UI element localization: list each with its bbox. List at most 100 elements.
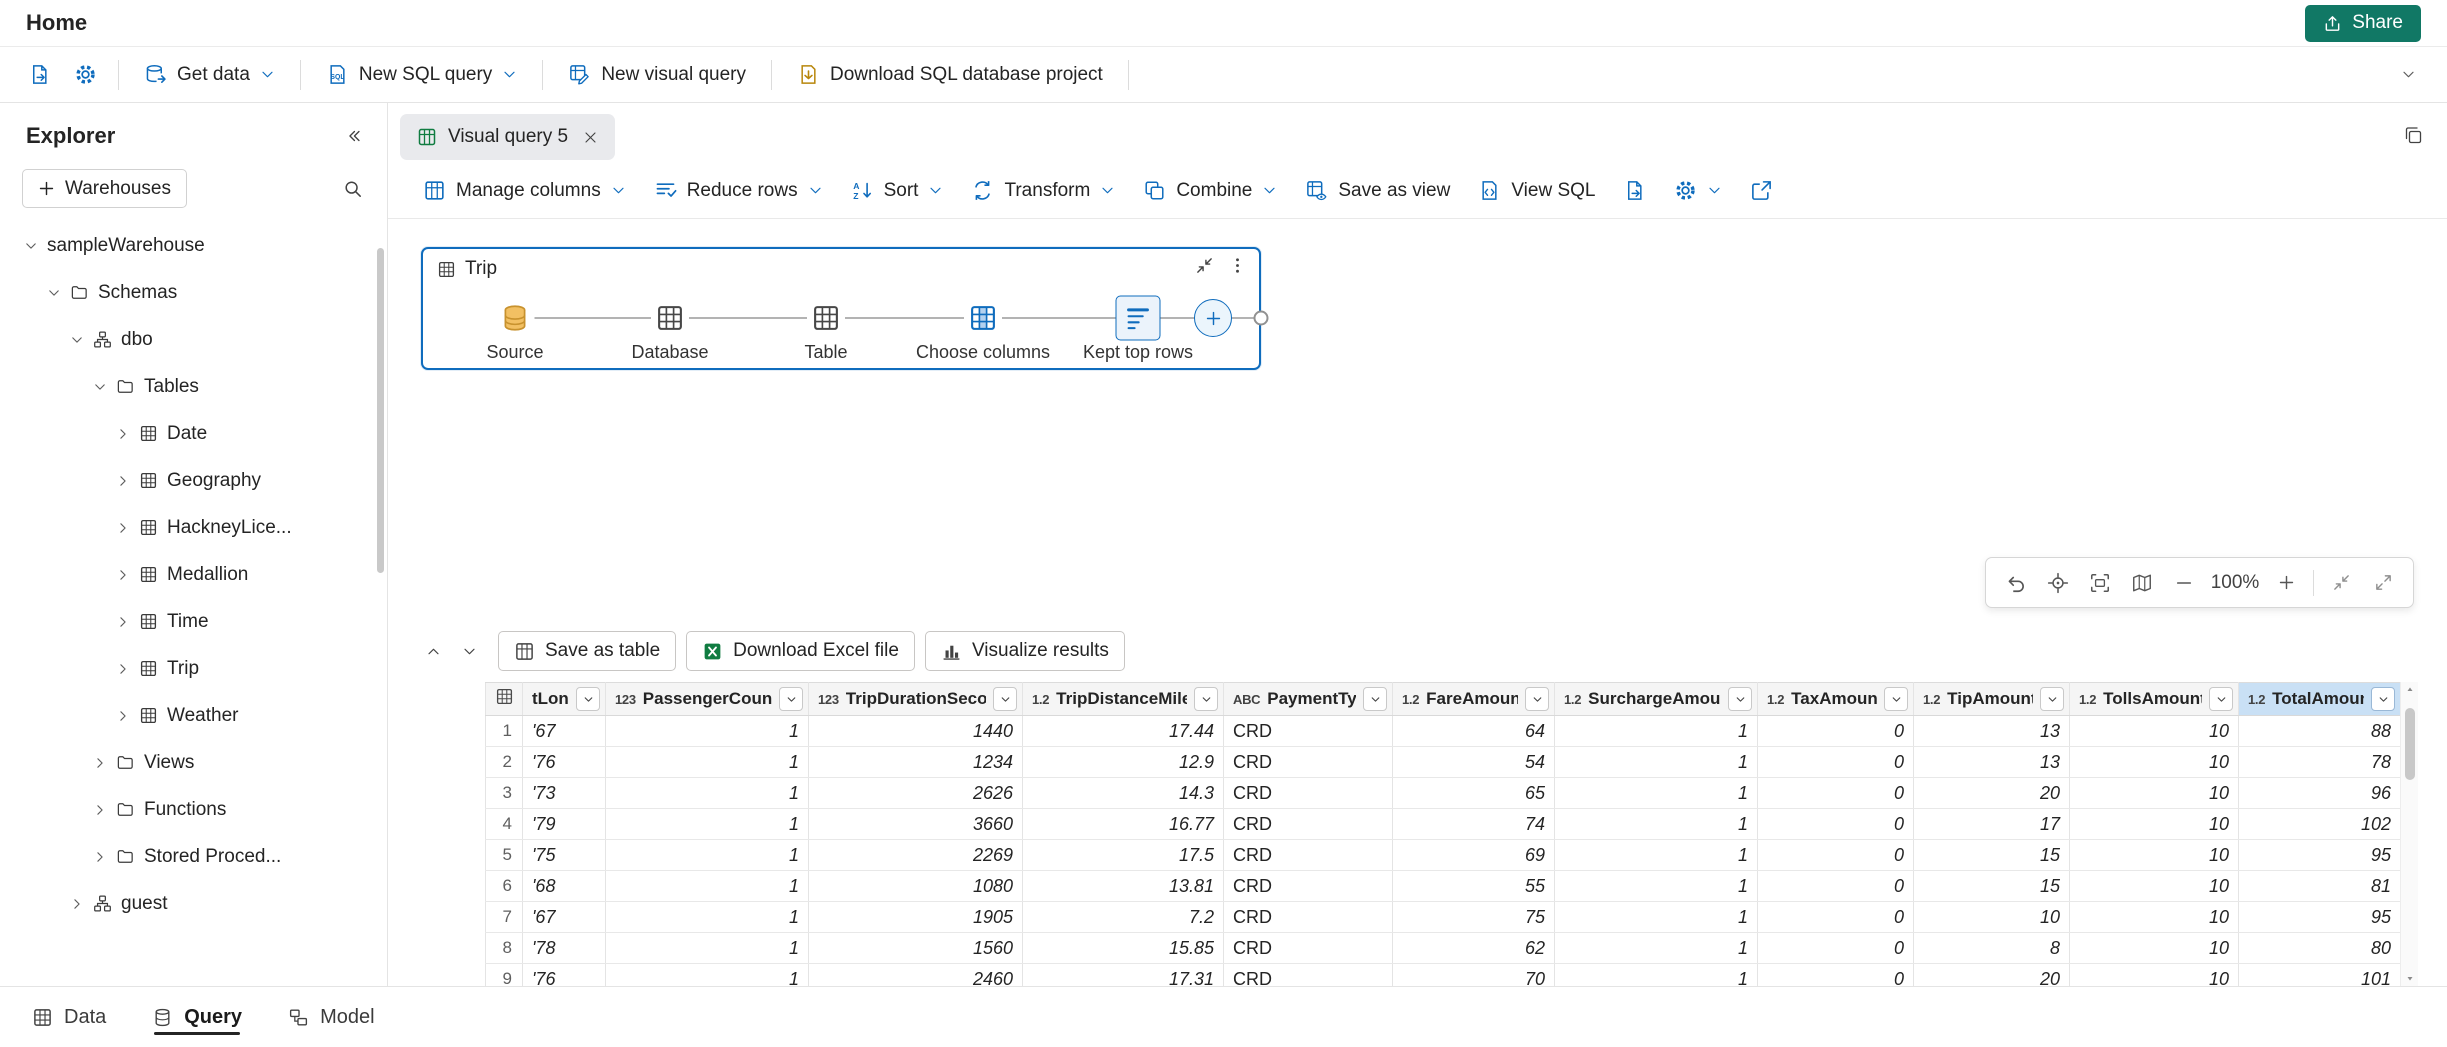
grid-cell[interactable]: 95 bbox=[2239, 902, 2401, 933]
column-menu-button[interactable] bbox=[2040, 687, 2064, 711]
collapse-results-button[interactable] bbox=[452, 634, 486, 668]
grid-cell[interactable]: CRD bbox=[1224, 778, 1393, 809]
grid-cell[interactable]: 0 bbox=[1758, 933, 1914, 964]
column-header-taxamount[interactable]: 1.2 TaxAmount bbox=[1758, 683, 1914, 716]
row-number[interactable]: 5 bbox=[486, 840, 523, 871]
grid-cell[interactable]: 10 bbox=[2070, 933, 2239, 964]
grid-cell[interactable]: 10 bbox=[2070, 778, 2239, 809]
row-number[interactable]: 9 bbox=[486, 964, 523, 987]
grid-cell[interactable]: 81 bbox=[2239, 871, 2401, 902]
tree-item-weather[interactable]: Weather bbox=[0, 692, 387, 739]
column-header-totalamount[interactable]: 1.2 TotalAmount bbox=[2239, 683, 2401, 716]
grid-cell[interactable]: 20 bbox=[1914, 964, 2070, 987]
column-menu-button[interactable] bbox=[779, 687, 803, 711]
row-number[interactable]: 6 bbox=[486, 871, 523, 902]
grid-cell[interactable]: 0 bbox=[1758, 778, 1914, 809]
grid-cell[interactable]: '68 bbox=[523, 871, 606, 902]
toolbar-manage-columns-button[interactable]: Manage columns bbox=[410, 170, 639, 212]
node-output-port[interactable] bbox=[1254, 311, 1269, 326]
save-as-table-button[interactable]: Save as table bbox=[498, 631, 676, 671]
query-node-trip[interactable]: Trip Source Database Table Choose column… bbox=[421, 247, 1261, 370]
tree-item-guest[interactable]: guest bbox=[0, 880, 387, 927]
grid-cell[interactable]: 55 bbox=[1393, 871, 1555, 902]
column-header-paymenttype[interactable]: ABC PaymentType bbox=[1224, 683, 1393, 716]
tree-item-hackneylice[interactable]: HackneyLice... bbox=[0, 504, 387, 551]
grid-cell[interactable]: 0 bbox=[1758, 747, 1914, 778]
grid-cell[interactable]: 3660 bbox=[809, 809, 1023, 840]
grid-cell[interactable]: 1 bbox=[606, 902, 809, 933]
grid-cell[interactable]: 16.77 bbox=[1023, 809, 1224, 840]
grid-cell[interactable]: 62 bbox=[1393, 933, 1555, 964]
grid-cell[interactable]: 7.2 bbox=[1023, 902, 1224, 933]
node-more-button[interactable] bbox=[1228, 256, 1247, 275]
view-tab-model[interactable]: Model bbox=[288, 987, 374, 1047]
toolbar-view-sql-button[interactable]: View SQL bbox=[1465, 170, 1608, 212]
column-menu-button[interactable] bbox=[576, 687, 600, 711]
tree-item-date[interactable]: Date bbox=[0, 410, 387, 457]
grid-cell[interactable]: 88 bbox=[2239, 716, 2401, 747]
column-menu-button[interactable] bbox=[1525, 687, 1549, 711]
grid-cell[interactable]: 10 bbox=[2070, 809, 2239, 840]
expand-all-button[interactable] bbox=[2363, 563, 2403, 603]
collapse-all-button[interactable] bbox=[2321, 563, 2361, 603]
grid-cell[interactable]: 74 bbox=[1393, 809, 1555, 840]
grid-cell[interactable]: 10 bbox=[1914, 902, 2070, 933]
grid-cell[interactable]: 0 bbox=[1758, 902, 1914, 933]
tree-item-samplewarehouse[interactable]: sampleWarehouse bbox=[0, 222, 387, 269]
grid-cell[interactable]: 15 bbox=[1914, 871, 2070, 902]
tree-item-tables[interactable]: Tables bbox=[0, 363, 387, 410]
new-sql-query-button[interactable]: SQL New SQL query bbox=[313, 54, 530, 96]
new-visual-query-button[interactable]: New visual query bbox=[555, 54, 759, 96]
grid-cell[interactable]: 78 bbox=[2239, 747, 2401, 778]
grid-cell[interactable]: 1 bbox=[606, 964, 809, 987]
tree-item-stored-proced[interactable]: Stored Proced... bbox=[0, 833, 387, 880]
download-excel-file-button[interactable]: Download Excel file bbox=[686, 631, 915, 671]
grid-cell[interactable]: 10 bbox=[2070, 871, 2239, 902]
grid-cell[interactable]: 12.9 bbox=[1023, 747, 1224, 778]
grid-cell[interactable]: CRD bbox=[1224, 933, 1393, 964]
view-tab-data[interactable]: Data bbox=[32, 987, 106, 1047]
grid-cell[interactable]: 1 bbox=[606, 778, 809, 809]
grid-cell[interactable]: CRD bbox=[1224, 716, 1393, 747]
grid-cell[interactable]: 1 bbox=[1555, 716, 1758, 747]
tab-visual-query-5[interactable]: Visual query 5 bbox=[400, 114, 615, 160]
column-header-tipamount[interactable]: 1.2 TipAmount bbox=[1914, 683, 2070, 716]
grid-cell[interactable]: 14.3 bbox=[1023, 778, 1224, 809]
tree-item-medallion[interactable]: Medallion bbox=[0, 551, 387, 598]
grid-cell[interactable]: 10 bbox=[2070, 716, 2239, 747]
tree-item-trip[interactable]: Trip bbox=[0, 645, 387, 692]
collapse-node-button[interactable] bbox=[1195, 256, 1214, 275]
grid-cell[interactable]: 1 bbox=[606, 809, 809, 840]
grid-cell[interactable]: 1 bbox=[606, 747, 809, 778]
grid-cell[interactable]: 2626 bbox=[809, 778, 1023, 809]
zoom-in-button[interactable] bbox=[2266, 563, 2306, 603]
grid-cell[interactable]: 70 bbox=[1393, 964, 1555, 987]
expand-results-button[interactable] bbox=[416, 634, 450, 668]
add-warehouses-button[interactable]: Warehouses bbox=[22, 169, 187, 208]
column-menu-button[interactable] bbox=[1363, 687, 1387, 711]
grid-cell[interactable]: 1 bbox=[606, 933, 809, 964]
grid-cell[interactable]: 1 bbox=[606, 716, 809, 747]
grid-cell[interactable]: 1 bbox=[606, 871, 809, 902]
query-settings-button[interactable] bbox=[1661, 170, 1735, 212]
grid-cell[interactable]: 1080 bbox=[809, 871, 1023, 902]
grid-cell[interactable]: 80 bbox=[2239, 933, 2401, 964]
grid-cell[interactable]: 0 bbox=[1758, 840, 1914, 871]
column-menu-button[interactable] bbox=[2209, 687, 2233, 711]
grid-cell[interactable]: 1 bbox=[1555, 871, 1758, 902]
undo-button[interactable] bbox=[1996, 563, 2036, 603]
download-sql-project-button[interactable]: Download SQL database project bbox=[784, 54, 1116, 96]
column-menu-button[interactable] bbox=[1884, 687, 1908, 711]
column-menu-button[interactable] bbox=[1728, 687, 1752, 711]
grid-vertical-scrollbar[interactable] bbox=[2400, 682, 2418, 986]
toolbar-reduce-rows-button[interactable]: Reduce rows bbox=[641, 170, 836, 212]
grid-cell[interactable]: 54 bbox=[1393, 747, 1555, 778]
grid-cell[interactable]: 1 bbox=[1555, 809, 1758, 840]
grid-cell[interactable]: 1 bbox=[1555, 933, 1758, 964]
grid-corner-cell[interactable] bbox=[486, 683, 523, 716]
grid-cell[interactable]: 15 bbox=[1914, 840, 2070, 871]
sidebar-scrollbar-thumb[interactable] bbox=[377, 248, 384, 573]
column-menu-button[interactable] bbox=[993, 687, 1017, 711]
column-menu-button[interactable] bbox=[1194, 687, 1218, 711]
grid-cell[interactable]: 17.44 bbox=[1023, 716, 1224, 747]
